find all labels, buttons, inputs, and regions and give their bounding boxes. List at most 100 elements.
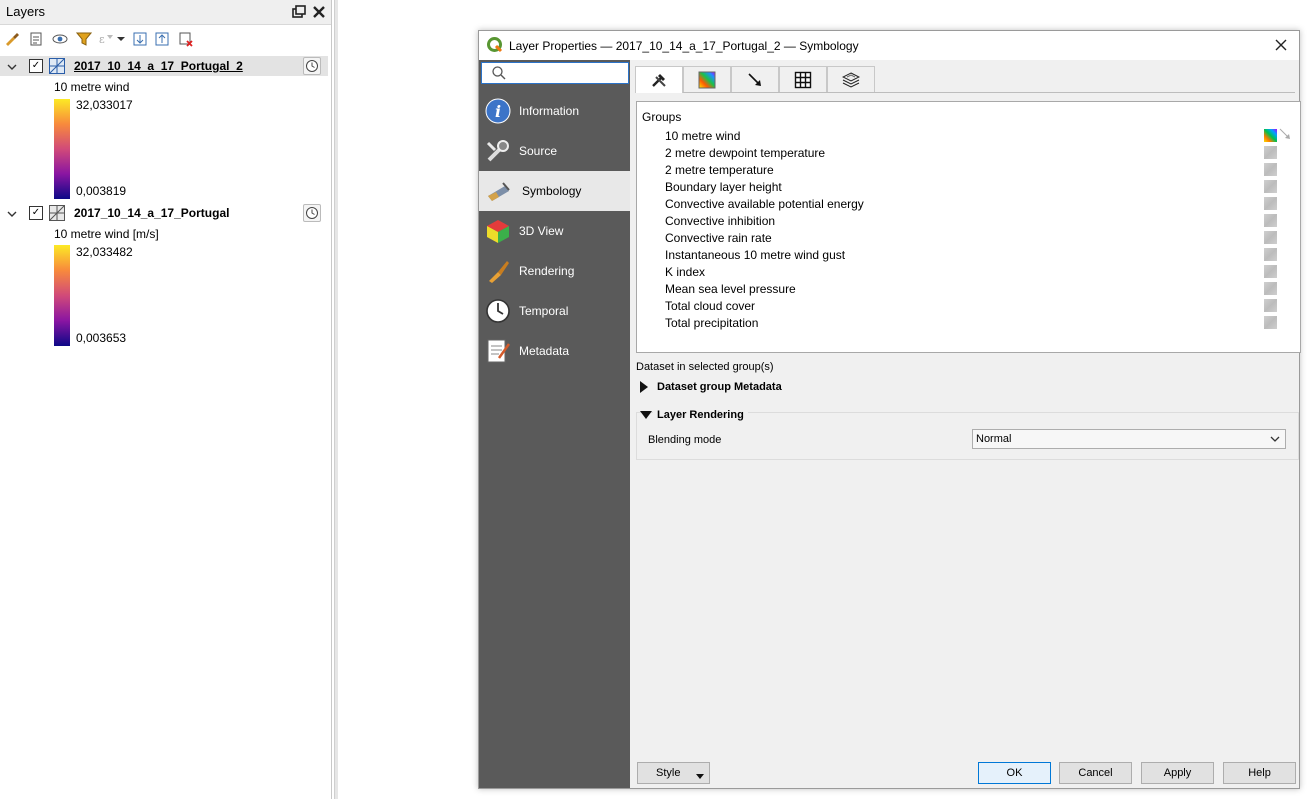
sidebar-item-symbology[interactable]: Symbology (479, 171, 630, 211)
layer-row[interactable]: ✓ 2017_10_14_a_17_Portugal (0, 203, 328, 223)
group-item[interactable]: K index (665, 265, 705, 282)
symbology-icon (485, 178, 511, 204)
sidebar-item-label: Metadata (519, 344, 570, 358)
chevron-down-icon[interactable] (7, 61, 17, 71)
group-item[interactable]: 2 metre temperature (665, 163, 774, 180)
sidebar-item-label: 3D View (519, 224, 564, 238)
contours-inactive-icon[interactable] (1264, 197, 1277, 210)
layer-visibility-checkbox[interactable]: ✓ (29, 59, 43, 73)
style-button[interactable]: Style (637, 762, 710, 784)
contours-inactive-icon[interactable] (1264, 265, 1277, 278)
contours-inactive-icon[interactable] (1264, 231, 1277, 244)
sidebar-item-3d-view[interactable]: 3D View (479, 211, 630, 251)
source-icon (485, 138, 511, 164)
svg-text:ε: ε (99, 33, 105, 46)
blending-mode-select[interactable]: Normal (972, 429, 1286, 449)
close-icon[interactable] (310, 3, 328, 21)
contours-inactive-icon[interactable] (1264, 299, 1277, 312)
color-ramp-icon (698, 71, 716, 89)
group-item[interactable]: Total precipitation (665, 316, 758, 333)
chevron-down-icon[interactable] (7, 208, 17, 218)
group-item[interactable]: 10 metre wind (665, 129, 740, 146)
contours-inactive-icon[interactable] (1264, 316, 1277, 329)
legend-min-value: 0,003819 (76, 184, 127, 198)
vector-arrow-icon[interactable] (1279, 128, 1291, 140)
legend-max-value: 32,033017 (76, 98, 133, 112)
svg-text:i: i (495, 102, 501, 121)
dataset-group-metadata-header[interactable]: Dataset group Metadata (657, 381, 782, 393)
group-item[interactable]: Boundary layer height (665, 180, 782, 197)
tab-mesh[interactable] (779, 66, 827, 92)
filter-legend-icon[interactable] (75, 31, 93, 47)
chevron-down-icon[interactable] (116, 31, 126, 47)
rendering-icon (485, 258, 511, 284)
apply-button[interactable]: Apply (1141, 762, 1214, 784)
legend-title: 10 metre wind [m/s] (54, 227, 159, 241)
group-item[interactable]: Total cloud cover (665, 299, 755, 316)
3d-view-icon (485, 218, 511, 244)
contours-inactive-icon[interactable] (1264, 146, 1277, 159)
sidebar-search[interactable] (481, 62, 629, 84)
tab-vectors[interactable] (731, 66, 779, 92)
contours-inactive-icon[interactable] (1264, 180, 1277, 193)
tab-rendering[interactable] (827, 66, 875, 92)
sidebar-item-label: Rendering (519, 264, 575, 278)
ok-button[interactable]: OK (978, 762, 1051, 784)
filter-expression-icon[interactable]: ε (98, 31, 114, 47)
blending-mode-value: Normal (976, 433, 1012, 445)
close-icon[interactable] (1271, 35, 1291, 55)
sidebar-item-source[interactable]: Source (479, 131, 630, 171)
metadata-icon (485, 338, 511, 364)
layer-properties-dialog: Layer Properties — 2017_10_14_a_17_Portu… (478, 30, 1301, 789)
group-item[interactable]: Convective inhibition (665, 214, 775, 231)
style-manager-icon[interactable] (4, 31, 20, 47)
sidebar-item-metadata[interactable]: Metadata (479, 331, 630, 371)
chevron-down-icon (695, 768, 705, 779)
remove-layer-icon[interactable] (178, 31, 194, 47)
sidebar-item-label: Source (519, 144, 558, 158)
contours-inactive-icon[interactable] (1264, 248, 1277, 261)
group-item[interactable]: 2 metre dewpoint temperature (665, 146, 825, 163)
collapse-all-icon[interactable] (154, 31, 170, 47)
contours-inactive-icon[interactable] (1264, 214, 1277, 227)
groups-header: Groups (642, 110, 682, 124)
layer-name[interactable]: 2017_10_14_a_17_Portugal_2 (74, 59, 243, 73)
tab-general[interactable] (635, 66, 683, 93)
temporal-clock-icon[interactable] (303, 204, 321, 222)
add-group-icon[interactable] (28, 31, 44, 47)
expand-all-icon[interactable] (132, 31, 148, 47)
legend-max-value: 32,033482 (76, 245, 133, 259)
layer-name[interactable]: 2017_10_14_a_17_Portugal (74, 206, 229, 220)
contours-inactive-icon[interactable] (1264, 163, 1277, 176)
group-item[interactable]: Convective rain rate (665, 231, 772, 248)
sidebar-item-temporal[interactable]: Temporal (479, 291, 630, 331)
layer-rendering-header[interactable]: Layer Rendering (653, 409, 748, 421)
sidebar-item-label: Symbology (522, 184, 582, 198)
temporal-clock-icon[interactable] (303, 57, 321, 75)
triangle-right-icon[interactable] (638, 381, 650, 393)
sidebar-item-information[interactable]: i Information (479, 91, 630, 131)
layer-row[interactable]: ✓ 2017_10_14_a_17_Portugal_2 (0, 56, 328, 76)
group-item[interactable]: Convective available potential energy (665, 197, 864, 214)
tab-contours[interactable] (683, 66, 731, 92)
help-button[interactable]: Help (1223, 762, 1296, 784)
triangle-down-icon[interactable] (640, 409, 652, 421)
panel-splitter[interactable] (334, 0, 338, 799)
grid-mesh-icon (794, 71, 812, 89)
search-icon (491, 65, 507, 81)
layer-visibility-checkbox[interactable]: ✓ (29, 206, 43, 220)
cancel-button[interactable]: Cancel (1059, 762, 1132, 784)
tools-icon (650, 71, 668, 89)
group-item[interactable]: Instantaneous 10 metre wind gust (665, 248, 845, 265)
layers-panel: Layers ε ✓ 2017_10_14_a_17_Portugal_2 10… (0, 0, 332, 799)
layers-titlebar: Layers (0, 0, 331, 25)
qgis-logo-icon (487, 37, 503, 53)
undock-icon[interactable] (290, 3, 308, 21)
information-icon: i (485, 98, 511, 124)
group-item[interactable]: Mean sea level pressure (665, 282, 796, 299)
mesh-layer-icon (48, 57, 66, 75)
visibility-icon[interactable] (52, 31, 68, 47)
contours-active-icon[interactable] (1264, 129, 1277, 142)
contours-inactive-icon[interactable] (1264, 282, 1277, 295)
sidebar-item-rendering[interactable]: Rendering (479, 251, 630, 291)
